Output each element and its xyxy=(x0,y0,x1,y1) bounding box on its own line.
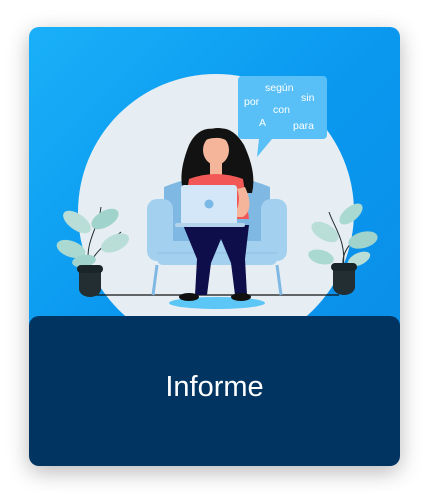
laptop-icon xyxy=(175,185,245,227)
bubble-word-segun: según xyxy=(265,82,294,94)
card-title: Informe xyxy=(165,370,264,403)
bubble-word-por: por xyxy=(244,96,260,108)
bubble-word-para: para xyxy=(293,120,314,132)
informe-card[interactable]: según por sin con A para Informe xyxy=(29,27,400,466)
illustration-area: según por sin con A para xyxy=(29,27,400,327)
bubble-word-con: con xyxy=(273,104,290,116)
bubble-word-a: A xyxy=(259,117,266,129)
card-footer[interactable]: Informe xyxy=(29,316,400,466)
woman-with-laptop-illustration: según por sin con A para xyxy=(56,74,378,327)
bubble-word-sin: sin xyxy=(301,92,315,104)
